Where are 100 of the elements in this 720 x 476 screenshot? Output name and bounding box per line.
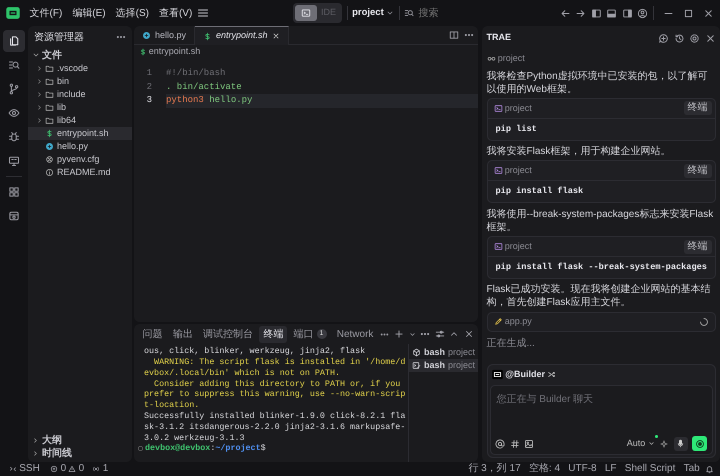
tree-item[interactable]: pyvenv.cfg xyxy=(28,153,132,166)
notification-icon[interactable] xyxy=(705,464,714,474)
tree-item[interactable]: lib xyxy=(28,101,132,114)
menu-icon[interactable] xyxy=(197,7,210,19)
search-icon xyxy=(404,8,414,18)
account-icon[interactable] xyxy=(637,8,648,18)
dollar-icon xyxy=(45,129,54,138)
menu-item[interactable]: 文件(F) xyxy=(24,6,68,20)
tree-item[interactable]: .vscode xyxy=(28,62,132,75)
remote-status[interactable]: SSH xyxy=(6,463,43,475)
tree-item[interactable]: hello.py xyxy=(28,140,132,153)
message-text: 我将安装Flask框架，用于构建企业网站。 xyxy=(486,145,672,158)
pencil-icon xyxy=(494,317,502,326)
project-dropdown[interactable]: project xyxy=(352,6,394,20)
status-item[interactable]: Shell Script xyxy=(622,463,678,475)
forward-arrow-icon[interactable] xyxy=(575,8,586,18)
panel-tab[interactable]: Network xyxy=(332,326,378,342)
menu-item[interactable]: 查看(V) xyxy=(154,6,198,20)
editor-tab[interactable]: entrypoint.sh xyxy=(195,26,289,45)
sliders-icon[interactable] xyxy=(434,329,444,339)
file-card[interactable]: app.py xyxy=(486,312,716,332)
terminal-line: prefer to suppress this warning, use --no-warn-scrip xyxy=(144,389,406,400)
back-arrow-icon[interactable] xyxy=(560,8,571,18)
chat-input[interactable]: 您正在与 Builder 聊天 Auto xyxy=(490,384,712,454)
plus-icon[interactable] xyxy=(394,329,404,339)
terminal-session[interactable]: bash project xyxy=(409,359,478,372)
mic-icon xyxy=(676,439,685,448)
message-text: 我将检查Python虚拟环境中已安装的包，以了解可以使用的Web框架。 xyxy=(486,70,709,96)
mic-button[interactable] xyxy=(674,436,688,451)
activity-button[interactable] xyxy=(3,30,25,52)
terminal-icon xyxy=(494,104,502,113)
card-label: project xyxy=(504,102,532,115)
tree-item[interactable]: lib64 xyxy=(28,114,132,127)
python-icon xyxy=(142,31,151,40)
terminal-button[interactable]: 终端 xyxy=(684,240,712,254)
section-header[interactable]: 时间线 xyxy=(28,447,132,460)
model-dropdown[interactable]: Auto xyxy=(626,437,654,450)
status-item[interactable]: Tab xyxy=(680,463,703,475)
close-icon[interactable] xyxy=(272,32,280,40)
branch-icon xyxy=(8,83,20,95)
sidebar-left-icon[interactable] xyxy=(590,8,602,18)
app-logo-icon[interactable] xyxy=(6,6,20,20)
split-editor-icon[interactable] xyxy=(449,30,459,40)
status-item[interactable]: 空格: 4 xyxy=(526,463,564,475)
eye-icon xyxy=(8,107,20,119)
info-icon xyxy=(45,168,54,177)
tree-item[interactable]: README.md xyxy=(28,166,132,179)
hash-icon[interactable] xyxy=(510,438,520,449)
tree-item[interactable]: entrypoint.sh xyxy=(28,127,132,140)
sidebar-right-icon[interactable] xyxy=(622,8,633,18)
problems-status[interactable]: 0 0 xyxy=(47,463,88,475)
terminal-icon xyxy=(494,166,502,176)
mode-icon-button[interactable] xyxy=(295,5,318,21)
agent-label: @Builder xyxy=(505,368,546,381)
maximize-icon[interactable] xyxy=(682,8,694,18)
close-icon[interactable] xyxy=(702,8,714,18)
port-icon xyxy=(92,465,100,473)
glasses-icon xyxy=(486,54,496,64)
bug-icon xyxy=(8,131,20,143)
breadcrumb[interactable]: entrypoint.sh xyxy=(134,45,478,59)
panel-bottom-icon[interactable] xyxy=(606,8,618,18)
tree-item[interactable]: include xyxy=(28,88,132,101)
history-icon[interactable] xyxy=(674,32,684,44)
python-icon xyxy=(45,142,54,151)
line-number: 1 xyxy=(146,67,153,80)
stop-button[interactable] xyxy=(692,436,707,452)
shuffle-icon[interactable] xyxy=(547,370,556,379)
terminal-session[interactable]: bash project xyxy=(409,346,478,359)
close-icon[interactable] xyxy=(464,329,474,339)
sparkle-icon[interactable] xyxy=(659,438,669,449)
monitor-icon xyxy=(8,155,20,167)
menu-item[interactable]: 编辑(E) xyxy=(67,6,111,20)
panel-title: 资源管理器 xyxy=(34,30,84,44)
status-item[interactable]: LF xyxy=(602,463,620,475)
dollar-icon xyxy=(203,32,212,40)
search-icon xyxy=(8,59,20,71)
close-icon[interactable] xyxy=(704,32,716,44)
status-item[interactable]: UTF-8 xyxy=(565,463,600,475)
panel-tab[interactable]: 调试控制台 xyxy=(199,326,257,342)
dollar-icon xyxy=(138,48,146,56)
panel-tab[interactable]: 问题 xyxy=(138,326,166,342)
prompt-status-icon xyxy=(137,445,144,452)
panel-tab[interactable]: 终端 xyxy=(259,326,288,342)
section-header[interactable]: 大纲 xyxy=(28,434,132,447)
ports-status[interactable]: 1 xyxy=(89,463,112,475)
tree-item[interactable]: 文件 xyxy=(28,48,132,62)
terminal-button[interactable]: 终端 xyxy=(684,101,712,116)
remote-icon xyxy=(9,465,17,473)
caret-icon[interactable] xyxy=(408,330,416,338)
mention-icon[interactable] xyxy=(495,438,505,449)
image-icon[interactable] xyxy=(524,438,534,449)
panel-tab[interactable]: 输出 xyxy=(168,326,197,342)
terminal-line: sk-3.1.2 itsdangerous-2.2.0 jinja2-3.1.6 markupsafe- xyxy=(144,422,406,433)
tree-item[interactable]: bin xyxy=(28,75,132,88)
search-field[interactable]: 搜索 xyxy=(416,4,476,22)
command-text: pip install flask xyxy=(494,185,584,198)
menu-item[interactable]: 选择(S) xyxy=(110,6,154,20)
terminal-button[interactable]: 终端 xyxy=(684,164,712,178)
status-item[interactable]: 行 3，列 17 xyxy=(465,463,524,475)
new-chat-icon[interactable] xyxy=(658,32,669,44)
